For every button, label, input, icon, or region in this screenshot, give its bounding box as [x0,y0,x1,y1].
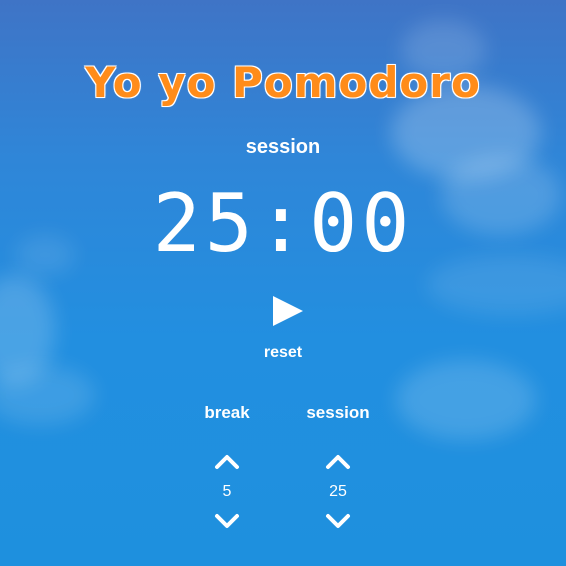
play-icon [273,296,303,326]
break-increment-chevron-up-icon[interactable] [214,452,240,470]
session-label: session [306,403,370,422]
timer-display: 25:00 [152,177,414,270]
app-title: Yo yo Pomodoro [85,58,481,108]
break-length-value: 5 [222,483,232,500]
play-button[interactable] [268,293,306,329]
session-length-control: session 25 [283,401,393,531]
pomodoro-app: Yo yo Pomodoro session 25:00 reset break… [0,0,566,566]
session-decrement-chevron-down-icon[interactable] [325,513,351,531]
break-length-control: break 5 [172,401,282,531]
break-label: break [204,403,250,422]
reset-button[interactable]: reset [243,342,323,364]
session-increment-chevron-up-icon[interactable] [325,452,351,470]
break-decrement-chevron-down-icon[interactable] [214,513,240,531]
session-length-value: 25 [329,483,347,500]
timer-mode-label: session [245,136,321,158]
